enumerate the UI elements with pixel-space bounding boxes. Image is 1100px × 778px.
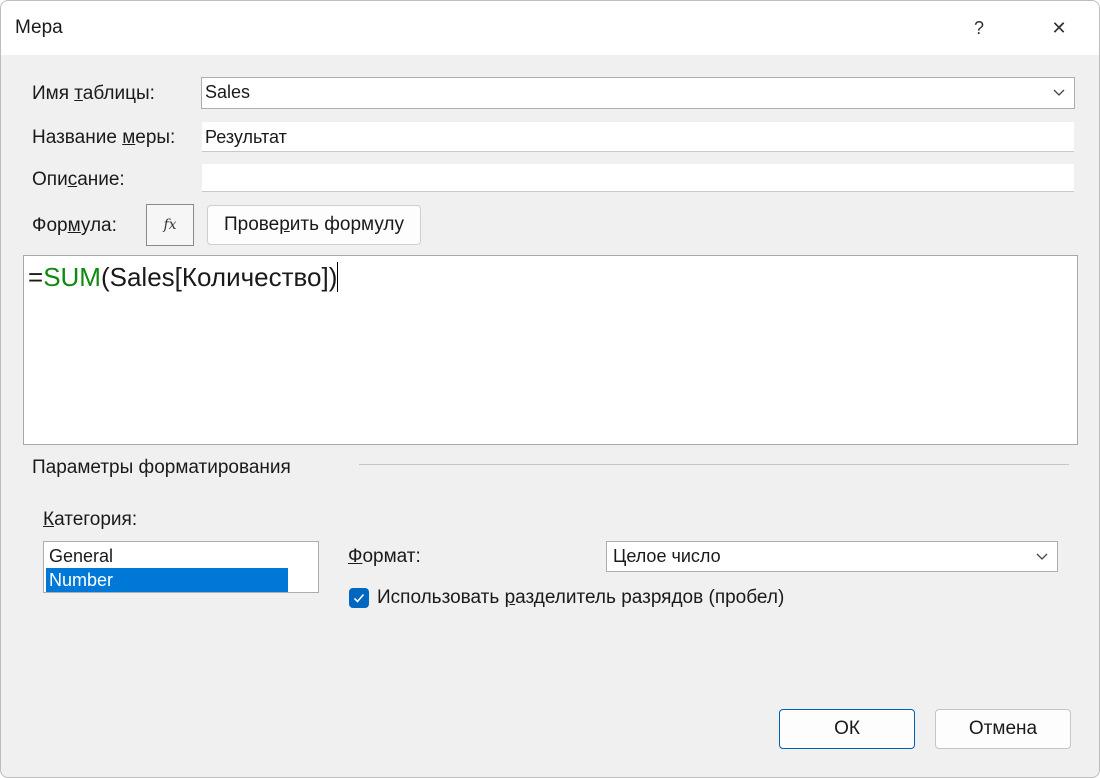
thousands-separator-checkbox[interactable]	[349, 588, 369, 608]
checkmark-icon	[353, 593, 365, 603]
dialog-title: Мера	[15, 17, 63, 38]
formula-label: Формула:	[32, 215, 117, 236]
help-button[interactable]: ?	[951, 7, 1007, 49]
table-name-label: Имя таблицы:	[32, 83, 155, 104]
formula-function: SUM	[43, 262, 101, 292]
table-name-dropdown[interactable]: Sales	[201, 77, 1075, 109]
measure-name-label: Название меры:	[32, 127, 176, 148]
format-dropdown[interactable]: Целое число	[606, 541, 1058, 572]
description-input[interactable]	[202, 164, 1074, 192]
chevron-down-icon	[1036, 553, 1048, 560]
category-item-general[interactable]: General	[46, 544, 288, 568]
formula-editor[interactable]: =SUM(Sales[Количество])	[23, 255, 1078, 445]
cancel-button[interactable]: Отмена	[935, 709, 1071, 749]
ok-button[interactable]: ОК	[779, 709, 915, 749]
section-divider	[359, 464, 1069, 465]
insert-function-button[interactable]: fx	[146, 204, 194, 246]
table-name-value: Sales	[205, 82, 251, 102]
category-listbox[interactable]: General Number	[43, 541, 319, 593]
measure-dialog: Мера ? ✕ Имя таблицы: Sales Название мер…	[0, 0, 1100, 778]
fx-icon: fx	[163, 217, 177, 233]
close-button[interactable]: ✕	[1031, 7, 1087, 49]
help-icon: ?	[973, 17, 984, 38]
category-item-number[interactable]: Number	[46, 568, 288, 592]
formatting-section-title: Параметры форматирования	[32, 457, 291, 478]
check-formula-button[interactable]: Прове р ить формулу	[207, 205, 421, 245]
chevron-down-icon	[1053, 89, 1065, 96]
close-icon: ✕	[1051, 17, 1067, 38]
thousands-separator-label[interactable]: Использовать разделитель разрядов (пробе…	[377, 587, 784, 609]
format-label: Формат:	[348, 546, 421, 567]
format-value: Целое число	[613, 546, 721, 566]
text-caret	[337, 262, 339, 292]
description-label: Описание:	[32, 169, 125, 190]
formula-text: =SUM(Sales[Количество])	[28, 262, 339, 292]
measure-name-input[interactable]: Результат	[202, 122, 1074, 152]
title-bar: Мера ? ✕	[1, 1, 1099, 55]
category-label: Категория:	[43, 509, 138, 530]
